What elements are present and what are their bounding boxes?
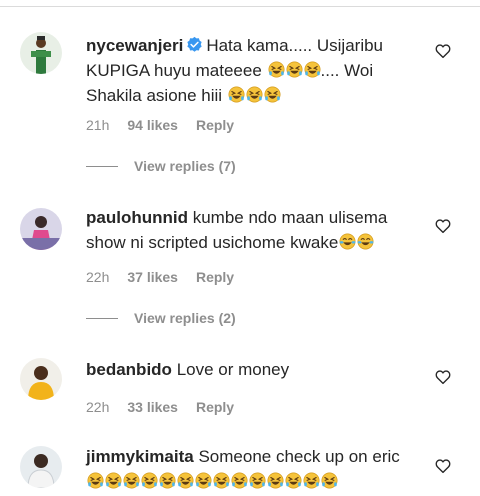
avatar[interactable] bbox=[20, 446, 62, 488]
comment-meta: 21h 94 likes Reply bbox=[86, 117, 234, 133]
rofl-emoji-icon bbox=[246, 86, 263, 103]
comment-text: nycewanjeri Hata kama..... Usijaribu KUPI… bbox=[86, 33, 416, 108]
top-divider bbox=[0, 6, 480, 7]
replies-line bbox=[86, 165, 118, 167]
likes-count[interactable]: 37 likes bbox=[127, 269, 178, 285]
view-replies-button[interactable]: View replies (7) bbox=[86, 158, 236, 174]
rofl-emoji-icon bbox=[268, 61, 285, 78]
timestamp: 22h bbox=[86, 269, 110, 285]
rofl-emoji-icon bbox=[321, 472, 338, 489]
comment-text-part: kumbe ndo maan ulisema bbox=[192, 208, 388, 227]
timestamp: 22h bbox=[86, 399, 110, 415]
username[interactable]: bedanbido bbox=[86, 360, 172, 379]
username[interactable]: paulohunnid bbox=[86, 208, 188, 227]
reply-button[interactable]: Reply bbox=[196, 117, 234, 133]
avatar[interactable] bbox=[20, 32, 62, 74]
tears-of-joy-emoji-icon bbox=[339, 233, 356, 250]
like-heart-icon[interactable] bbox=[434, 42, 452, 60]
comment-meta: 22h 33 likes Reply bbox=[86, 399, 234, 415]
rofl-emoji-icon bbox=[285, 472, 302, 489]
timestamp: 21h bbox=[86, 117, 110, 133]
comment-text: jimmykimaita Someone check up on eric bbox=[86, 444, 416, 494]
rofl-emoji-icon bbox=[249, 472, 266, 489]
rofl-emoji-icon bbox=[304, 61, 321, 78]
rofl-emoji-icon bbox=[177, 472, 194, 489]
comment-text-part: .... Woi bbox=[320, 61, 374, 80]
comment-text-part: KUPIGA huyu mateeee bbox=[86, 61, 262, 80]
like-heart-icon[interactable] bbox=[434, 457, 452, 475]
comment-text-part: Love or money bbox=[176, 360, 290, 379]
like-heart-icon[interactable] bbox=[434, 217, 452, 235]
view-replies-button[interactable]: View replies (2) bbox=[86, 310, 236, 326]
comment-text-part: Shakila asione hiii bbox=[86, 86, 223, 105]
rofl-emoji-icon bbox=[267, 472, 284, 489]
likes-count[interactable]: 94 likes bbox=[127, 117, 178, 133]
comment-text-part: Hata kama..... Usijaribu bbox=[206, 36, 384, 55]
comment-text: paulohunnid kumbe ndo maan ulisema show … bbox=[86, 205, 416, 255]
rofl-emoji-icon bbox=[105, 472, 122, 489]
rofl-emoji-icon bbox=[195, 472, 212, 489]
avatar[interactable] bbox=[20, 208, 62, 250]
rofl-emoji-icon bbox=[228, 86, 245, 103]
username[interactable]: nycewanjeri bbox=[86, 36, 183, 55]
comment-text-part: show ni scripted usichome kwake bbox=[86, 233, 339, 252]
comment-text: bedanbido Love or money bbox=[86, 357, 416, 382]
rofl-emoji-icon bbox=[141, 472, 158, 489]
verified-badge-icon bbox=[186, 36, 203, 53]
rofl-emoji-icon bbox=[123, 472, 140, 489]
comment-meta: 22h 37 likes Reply bbox=[86, 269, 234, 285]
rofl-emoji-icon bbox=[303, 472, 320, 489]
rofl-emoji-icon bbox=[286, 61, 303, 78]
rofl-emoji-icon bbox=[213, 472, 230, 489]
reply-button[interactable]: Reply bbox=[196, 269, 234, 285]
rofl-emoji-icon bbox=[87, 472, 104, 489]
replies-line bbox=[86, 317, 118, 319]
username[interactable]: jimmykimaita bbox=[86, 447, 194, 466]
like-heart-icon[interactable] bbox=[434, 368, 452, 386]
comment-text-part: Someone check up on eric bbox=[198, 447, 400, 466]
rofl-emoji-icon bbox=[231, 472, 248, 489]
rofl-emoji-icon bbox=[264, 86, 281, 103]
rofl-emoji-icon bbox=[159, 472, 176, 489]
tears-of-joy-emoji-icon bbox=[357, 233, 374, 250]
view-replies-label: View replies (2) bbox=[134, 310, 236, 326]
view-replies-label: View replies (7) bbox=[134, 158, 236, 174]
reply-button[interactable]: Reply bbox=[196, 399, 234, 415]
avatar[interactable] bbox=[20, 358, 62, 400]
likes-count[interactable]: 33 likes bbox=[127, 399, 178, 415]
